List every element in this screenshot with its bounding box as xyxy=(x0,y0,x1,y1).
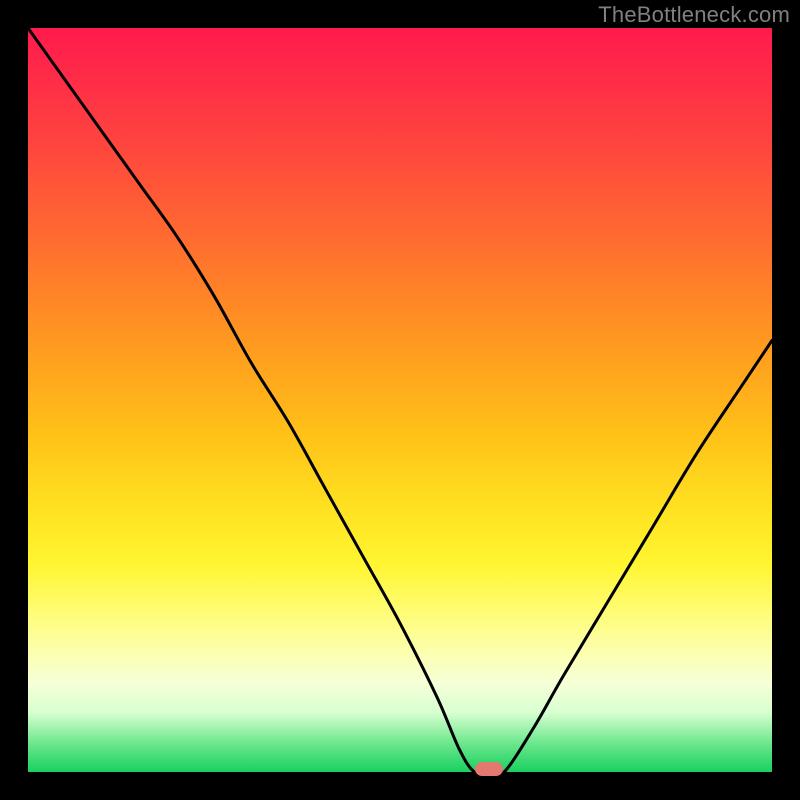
plot-area xyxy=(28,28,772,772)
optimal-marker xyxy=(475,762,503,776)
watermark-text: TheBottleneck.com xyxy=(598,2,790,28)
chart-frame: TheBottleneck.com xyxy=(0,0,800,800)
bottleneck-curve xyxy=(28,28,772,772)
